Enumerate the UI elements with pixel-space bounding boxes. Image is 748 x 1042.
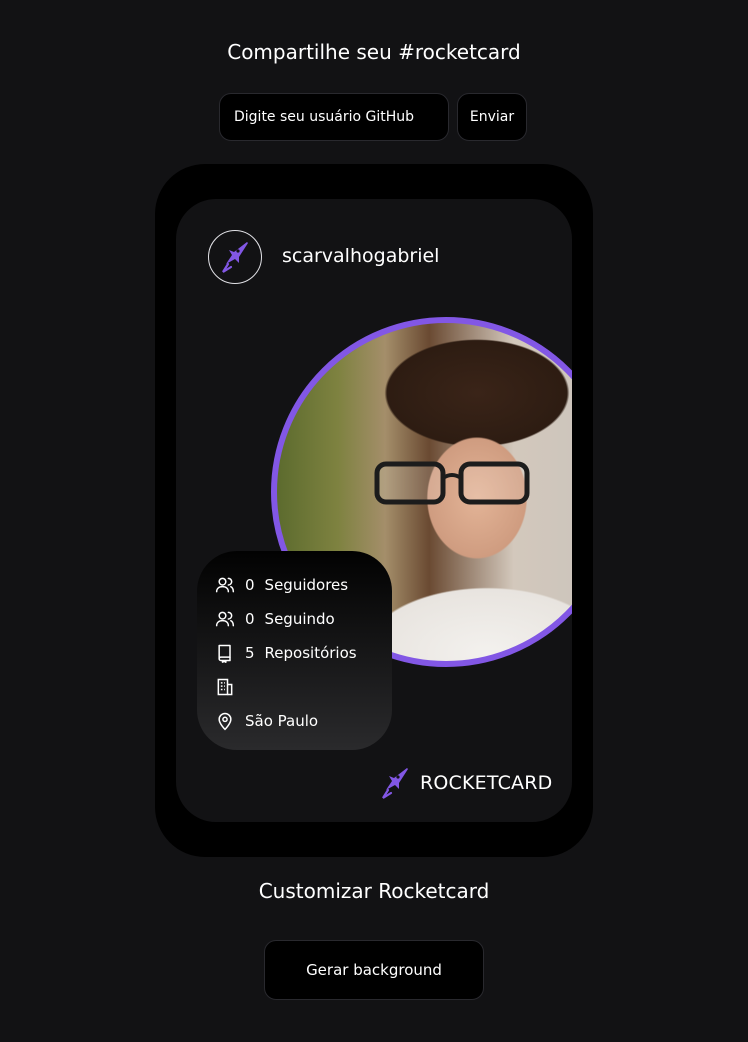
book-icon <box>218 644 231 663</box>
location-label: São Paulo <box>245 712 319 730</box>
followers-label: Seguidores <box>264 576 349 594</box>
rocketcard-frame: scarvalhogabriel 0 Seguidores 0 Seguindo… <box>155 164 593 857</box>
customize-title: Customizar Rocketcard <box>258 879 490 903</box>
stat-following: 0 Seguindo <box>215 602 392 636</box>
github-username-input[interactable] <box>219 93 449 141</box>
map-pin-icon <box>218 712 232 731</box>
repositories-count: 5 <box>245 644 255 662</box>
send-button[interactable]: Enviar <box>457 93 527 141</box>
stat-followers: 0 Seguidores <box>215 568 392 602</box>
card-username: scarvalhogabriel <box>282 245 440 267</box>
repositories-label: Repositórios <box>264 644 357 662</box>
stats-panel: 0 Seguidores 0 Seguindo 5 Repositórios S… <box>197 551 392 750</box>
followers-count: 0 <box>245 576 255 594</box>
glasses-detail <box>374 461 530 505</box>
rocket-icon <box>222 242 248 273</box>
stat-location: São Paulo <box>215 704 392 738</box>
brand-logo: ROCKETCARD <box>380 765 552 801</box>
generate-background-button[interactable]: Gerar background <box>264 940 484 1000</box>
following-count: 0 <box>245 610 255 628</box>
users-icon <box>215 611 235 627</box>
brand-name: ROCKETCARD <box>420 772 553 794</box>
building-icon <box>217 678 233 696</box>
page-title: Compartilhe seu #rocketcard <box>227 40 521 64</box>
following-label: Seguindo <box>264 610 335 628</box>
search-form: Enviar <box>219 93 527 141</box>
stat-repositories: 5 Repositórios <box>215 636 392 670</box>
users-icon <box>215 577 235 593</box>
rocket-logo-avatar <box>208 230 262 284</box>
rocket-icon <box>382 768 408 799</box>
stat-company <box>215 670 392 704</box>
rocketcard: scarvalhogabriel 0 Seguidores 0 Seguindo… <box>176 199 572 822</box>
